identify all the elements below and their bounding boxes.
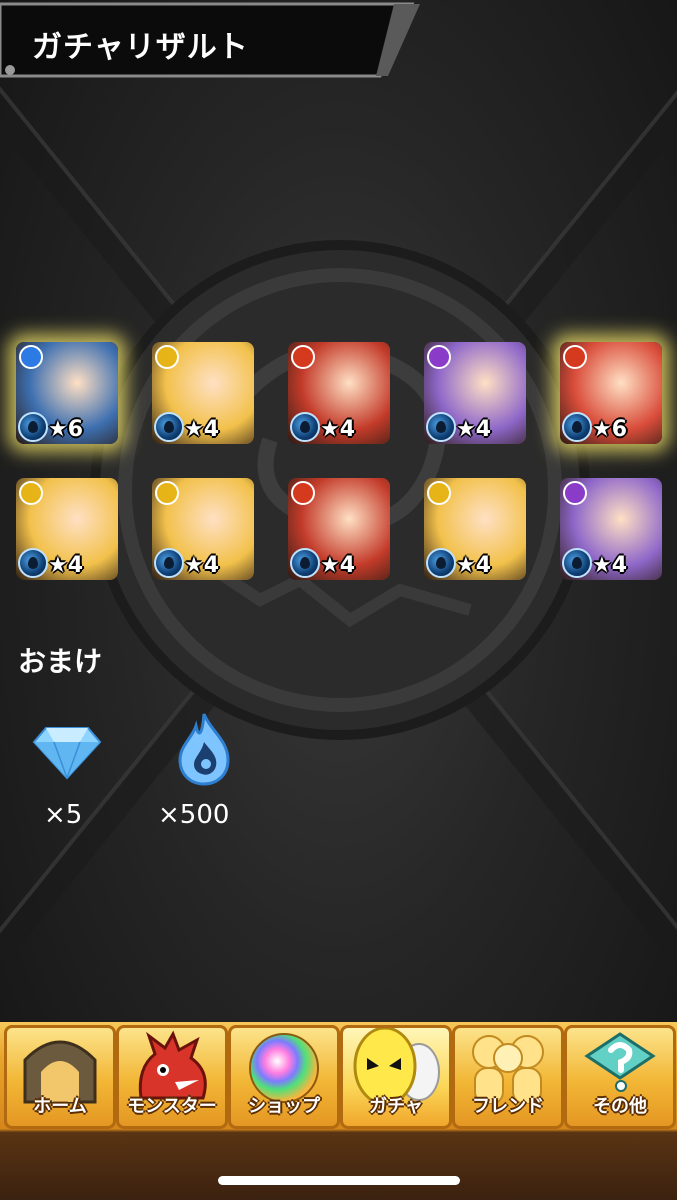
result-card[interactable]: ★4 — [152, 478, 254, 580]
rarity-label: ★4 — [184, 553, 220, 578]
attribute-icon — [291, 345, 315, 369]
result-card[interactable]: ★4 — [560, 478, 662, 580]
tab-gacha[interactable]: ガチャ — [340, 1025, 452, 1129]
result-card[interactable]: ★4 — [152, 342, 254, 444]
attribute-icon — [19, 345, 43, 369]
luck-orb-icon — [154, 412, 184, 442]
rarity-label: ★4 — [48, 553, 84, 578]
tab-label: フレンド — [472, 1096, 544, 1117]
tab-label: モンスター — [127, 1096, 217, 1117]
bonus-title: おまけ — [18, 645, 103, 678]
tab-friend[interactable]: フレンド — [452, 1025, 564, 1129]
tab-shop[interactable]: ショップ — [228, 1025, 340, 1129]
luck-orb-icon — [154, 548, 184, 578]
result-card[interactable]: ★4 — [424, 478, 526, 580]
rarity-label: ★4 — [320, 553, 356, 578]
result-card[interactable]: ★4 — [288, 478, 390, 580]
attribute-icon — [19, 481, 43, 505]
luck-orb-icon — [426, 548, 456, 578]
result-card[interactable]: ★4 — [288, 342, 390, 444]
luck-orb-icon — [426, 412, 456, 442]
rarity-label: ★4 — [456, 553, 492, 578]
rarity-label: ★4 — [184, 417, 220, 442]
luck-orb-icon — [290, 412, 320, 442]
attribute-icon — [155, 481, 179, 505]
attribute-icon — [563, 345, 587, 369]
attribute-icon — [291, 481, 315, 505]
result-card[interactable]: ★6 — [16, 342, 118, 444]
diamond-icon — [32, 727, 102, 780]
luck-orb-icon — [18, 412, 48, 442]
flame-count: ×500 — [158, 800, 230, 830]
luck-orb-icon — [290, 548, 320, 578]
result-card[interactable]: ★4 — [424, 342, 526, 444]
attribute-icon — [427, 345, 451, 369]
tab-home[interactable]: ホーム — [4, 1025, 116, 1129]
luck-orb-icon — [562, 412, 592, 442]
tab-label: その他 — [593, 1096, 647, 1117]
attribute-icon — [427, 481, 451, 505]
tab-label: ショップ — [248, 1096, 320, 1117]
rarity-label: ★4 — [320, 417, 356, 442]
diamond-count: ×5 — [44, 800, 83, 830]
attribute-icon — [563, 481, 587, 505]
rarity-label: ★4 — [592, 553, 628, 578]
rarity-label: ★6 — [592, 417, 628, 442]
luck-orb-icon — [18, 548, 48, 578]
tab-label: ガチャ — [369, 1096, 423, 1117]
tab-other[interactable]: その他 — [564, 1025, 676, 1129]
tab-label: ホーム — [33, 1096, 87, 1117]
luck-orb-icon — [562, 548, 592, 578]
attribute-icon — [155, 345, 179, 369]
result-card[interactable]: ★4 — [16, 478, 118, 580]
gacha-result-grid: ★6 ★4 ★4 ★4 ★6 ★4 ★4 ★4 ★4 ★4 — [0, 0, 677, 600]
home-indicator[interactable] — [218, 1176, 460, 1185]
blue-flame-icon — [178, 713, 230, 786]
result-card[interactable]: ★6 — [560, 342, 662, 444]
rarity-label: ★6 — [48, 417, 84, 442]
rarity-label: ★4 — [456, 417, 492, 442]
tab-monster[interactable]: モンスター — [116, 1025, 228, 1129]
